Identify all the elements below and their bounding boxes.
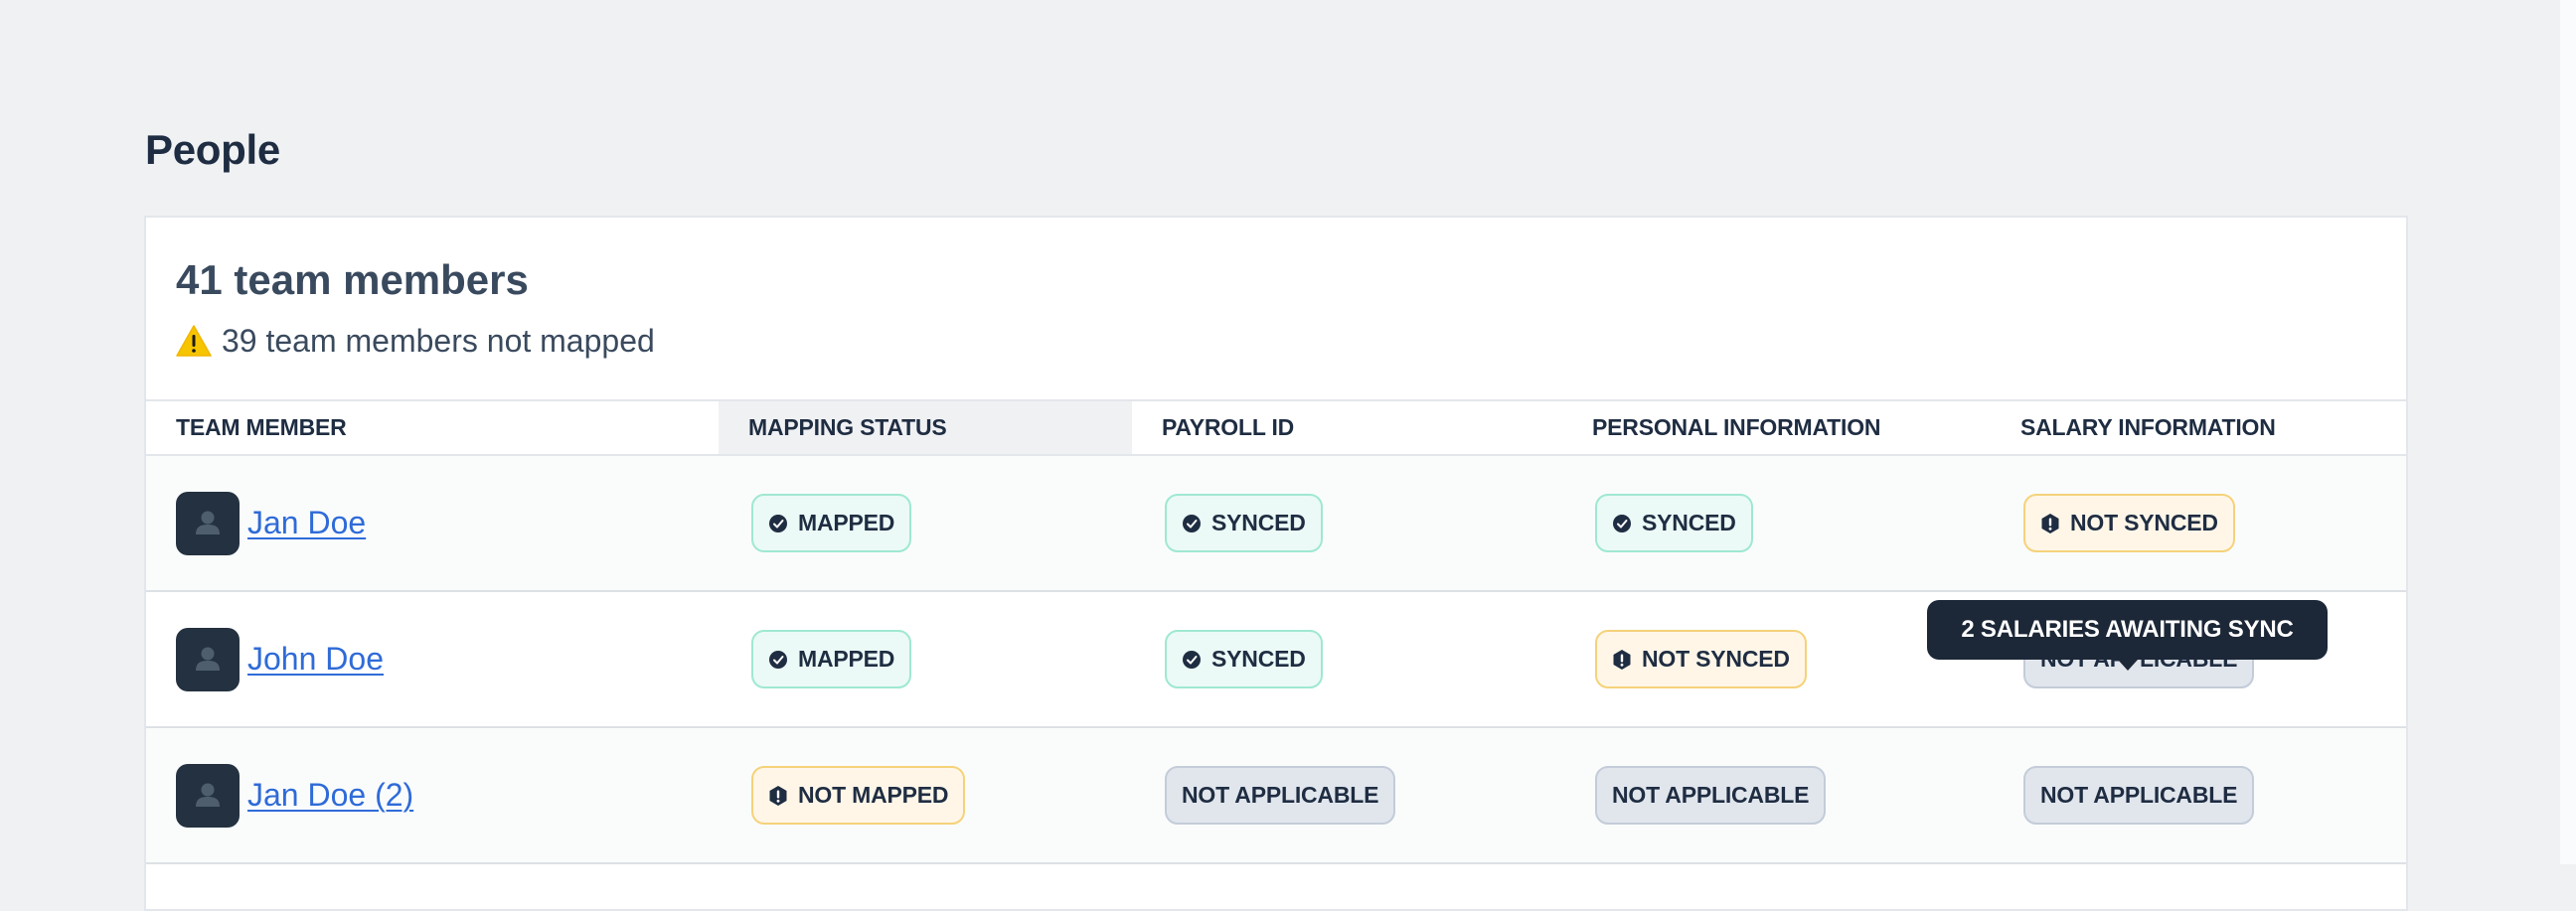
payroll-id-cell: SYNCED xyxy=(1132,456,1562,590)
status-badge[interactable]: NOT SYNCED xyxy=(1595,630,1807,688)
column-header-payroll-id[interactable]: PAYROLL ID xyxy=(1132,401,1562,454)
salary-sync-tooltip: 2 SALARIES AWAITING SYNC xyxy=(1927,600,2328,671)
team-member-cell: Jan Doe xyxy=(176,456,366,590)
personal-information-cell: NOT APPLICABLE xyxy=(1562,728,1991,862)
status-badge-label: NOT APPLICABLE xyxy=(1182,782,1379,808)
status-badge-label: NOT APPLICABLE xyxy=(1612,782,1810,808)
status-badge[interactable]: NOT MAPPED xyxy=(751,766,966,825)
status-badge[interactable]: NOT APPLICABLE xyxy=(2023,766,2255,825)
status-badge-label: SYNCED xyxy=(1211,510,1306,535)
avatar[interactable] xyxy=(176,763,240,828)
status-badge-label: NOT SYNCED xyxy=(1642,646,1790,672)
team-member-cell: John Doe xyxy=(176,592,384,726)
team-member-count: 41 team members xyxy=(176,256,529,303)
team-member-cell: Jan Doe (2) xyxy=(176,728,413,862)
status-badge-label: SYNCED xyxy=(1642,510,1736,535)
alert-hexagon-icon xyxy=(769,785,787,806)
mapping-status-cell: NOT MAPPED xyxy=(719,728,1132,862)
table-header-row: TEAM MEMBER MAPPING STATUS PAYROLL ID PE… xyxy=(146,399,2406,456)
mapping-status-cell: MAPPED xyxy=(719,592,1132,726)
status-badge-label: MAPPED xyxy=(798,646,895,672)
status-badge[interactable]: MAPPED xyxy=(751,630,912,688)
page-scrollbar-track[interactable] xyxy=(2560,0,2576,864)
check-circle-icon xyxy=(1183,650,1201,669)
check-circle-icon xyxy=(1613,514,1631,532)
user-icon xyxy=(196,511,220,534)
salary-information-cell: NOT SYNCED xyxy=(1991,456,2408,590)
status-badge-label: NOT SYNCED xyxy=(2070,510,2218,535)
personal-information-cell: SYNCED xyxy=(1562,456,1991,590)
status-badge[interactable]: NOT APPLICABLE xyxy=(1165,766,1396,825)
table-row: Jan Doe (2) NOT MAPPED NOT APPLICABLE NOT A… xyxy=(146,728,2406,864)
salary-information-cell: NOT APPLICABLE xyxy=(1991,728,2408,862)
table-body: Jan Doe MAPPED SYNCED SYNCED NOT SYNCED John … xyxy=(146,456,2406,864)
status-badge-label: NOT MAPPED xyxy=(798,782,949,808)
status-badge[interactable]: NOT APPLICABLE xyxy=(1595,766,1827,825)
payroll-id-cell: SYNCED xyxy=(1132,592,1562,726)
warning-triangle-icon xyxy=(176,325,212,357)
avatar[interactable] xyxy=(176,491,240,555)
unmapped-warning-text: 39 team members not mapped xyxy=(222,323,655,359)
column-header-mapping-status[interactable]: MAPPING STATUS xyxy=(719,401,1132,454)
status-badge[interactable]: NOT SYNCED xyxy=(2023,494,2235,552)
page-title: People xyxy=(145,126,280,173)
column-header-team-member[interactable]: TEAM MEMBER xyxy=(146,401,719,454)
people-card: 41 team members 39 team members not mapp… xyxy=(144,216,2408,911)
people-table: TEAM MEMBER MAPPING STATUS PAYROLL ID PE… xyxy=(146,399,2406,864)
status-badge-label: SYNCED xyxy=(1211,646,1306,672)
status-badge-label: NOT APPLICABLE xyxy=(2040,782,2238,808)
status-badge[interactable]: SYNCED xyxy=(1165,630,1323,688)
status-badge[interactable]: SYNCED xyxy=(1595,494,1753,552)
tooltip-text: 2 SALARIES AWAITING SYNC xyxy=(1961,616,2294,643)
mapping-status-cell: MAPPED xyxy=(719,456,1132,590)
table-row: Jan Doe MAPPED SYNCED SYNCED NOT SYNCED xyxy=(146,456,2406,592)
unmapped-warning: 39 team members not mapped xyxy=(176,321,655,361)
payroll-id-cell: NOT APPLICABLE xyxy=(1132,728,1562,862)
alert-hexagon-icon xyxy=(1613,649,1631,670)
alert-hexagon-icon xyxy=(2041,513,2059,533)
status-badge-label: MAPPED xyxy=(798,510,895,535)
check-circle-icon xyxy=(1183,514,1201,532)
tooltip-arrow xyxy=(2117,660,2138,671)
avatar[interactable] xyxy=(176,627,240,691)
team-member-link[interactable]: Jan Doe (2) xyxy=(247,777,413,814)
column-header-personal-information[interactable]: PERSONAL INFORMATION xyxy=(1562,401,1991,454)
card-header: 41 team members 39 team members not mapp… xyxy=(146,218,2406,399)
user-icon xyxy=(196,647,220,671)
user-icon xyxy=(196,783,220,807)
status-badge[interactable]: MAPPED xyxy=(751,494,912,552)
check-circle-icon xyxy=(769,650,787,669)
column-header-salary-information[interactable]: SALARY INFORMATION xyxy=(1991,401,2408,454)
status-badge[interactable]: SYNCED xyxy=(1165,494,1323,552)
check-circle-icon xyxy=(769,514,787,532)
team-member-link[interactable]: Jan Doe xyxy=(247,505,366,541)
team-member-link[interactable]: John Doe xyxy=(247,641,384,678)
